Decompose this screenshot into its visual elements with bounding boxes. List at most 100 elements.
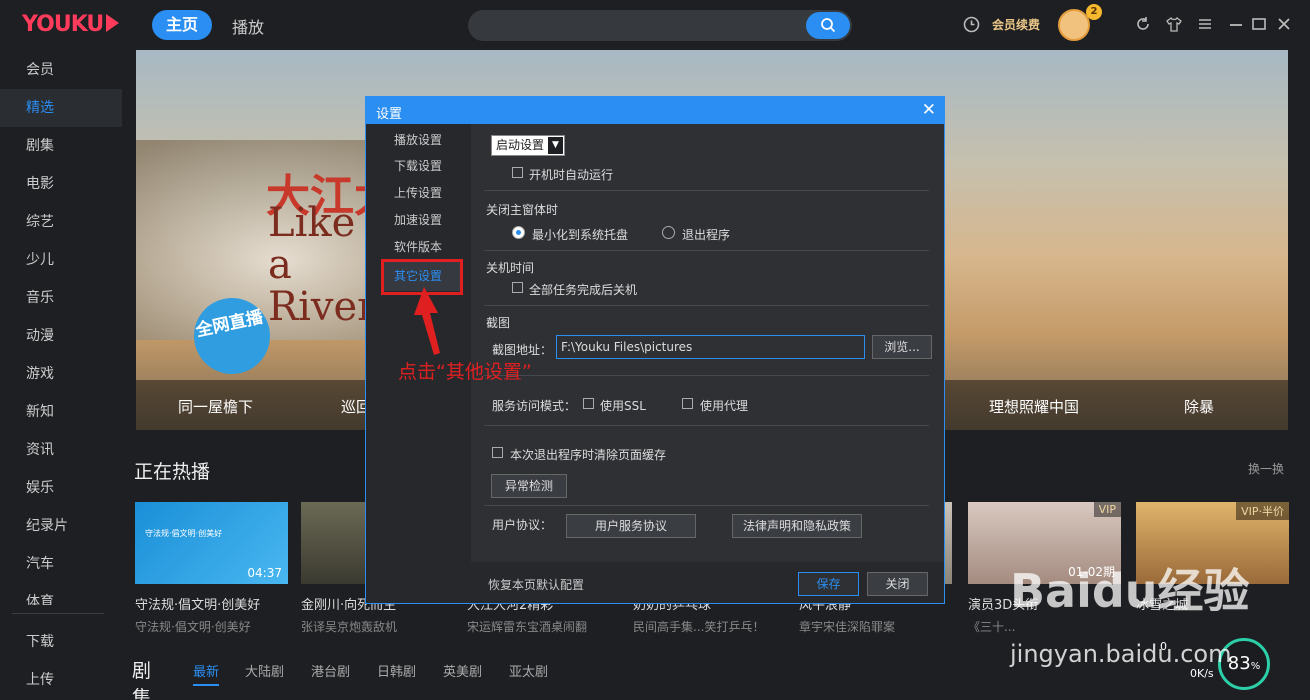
dialog-close-icon[interactable]: ✕ [922,100,936,120]
autorun-checkbox[interactable] [512,167,523,178]
exit-program-radio[interactable] [662,226,675,239]
sidebar-item-drama[interactable]: 剧集 [0,127,122,165]
refresh-link[interactable]: 换一换 [1248,460,1284,477]
search-button[interactable] [806,12,850,39]
use-ssl-checkbox[interactable] [583,398,594,409]
level-badge: 2 [1086,4,1102,20]
annotation-text: 点击“其他设置” [398,361,532,383]
nav-home-tab[interactable]: 主页 [152,10,212,40]
divider [484,505,929,506]
divider [484,250,929,251]
exit-program-label: 退出程序 [682,228,731,242]
screenshot-heading: 截图 [486,316,511,330]
sidebar: 会员 精选 剧集 电影 综艺 少儿 音乐 动漫 游戏 新知 资讯 娱乐 纪录片 … [0,50,122,700]
select-value: 启动设置 [496,138,545,152]
close-button[interactable]: 关闭 [867,572,928,596]
divider [484,425,929,426]
download-speed: 0K/s [1190,667,1214,680]
dialog-footer: 恢复本页默认配置 保存 关闭 [471,562,944,603]
close-window-icon[interactable] [1276,16,1292,32]
settings-nav-accelerate[interactable]: 加速设置 [394,211,442,228]
sidebar-item-download[interactable]: 下载 [0,623,122,661]
divider [484,305,929,306]
vip-renew-link[interactable]: 会员续费 [992,16,1040,33]
browse-button[interactable]: 浏览... [872,335,932,359]
card-subtitle: 张译吴京炮轰敌机 [301,620,398,634]
sidebar-item-kids[interactable]: 少儿 [0,241,122,279]
sidebar-item-sports[interactable]: 体育 [0,583,122,605]
minimize-tray-radio[interactable] [512,226,525,239]
use-proxy-checkbox[interactable] [682,398,693,409]
sidebar-item-music[interactable]: 音乐 [0,279,122,317]
card-title: 守法规·倡文明·创美好 [135,598,261,613]
gauge-unit: % [1250,661,1261,672]
tab-us-uk[interactable]: 英美剧 [443,661,482,680]
sidebar-item-news[interactable]: 资讯 [0,431,122,469]
autorun-label: 开机时自动运行 [529,168,614,182]
menu-icon[interactable] [1197,16,1213,32]
tab-hk-tw[interactable]: 港台剧 [311,661,350,680]
sidebar-item-upload[interactable]: 上传 [0,661,122,699]
save-button[interactable]: 保存 [798,572,859,596]
tab-latest[interactable]: 最新 [193,661,220,686]
sidebar-item-documentary[interactable]: 纪录片 [0,507,122,545]
sidebar-item-knowledge[interactable]: 新知 [0,393,122,431]
sidebar-divider [12,613,104,614]
sidebar-item-featured[interactable]: 精选 [0,89,122,127]
tab-mainland[interactable]: 大陆剧 [245,661,284,680]
duration: 04:37 [247,566,282,580]
sidebar-item-auto[interactable]: 汽车 [0,545,122,583]
drama-section-title: 剧集 [132,660,152,700]
minimize-icon[interactable] [1228,16,1244,32]
card-subtitle: 章宇宋佳深陷罪案 [799,620,896,634]
sidebar-item-movie[interactable]: 电影 [0,165,122,203]
nav-play-tab[interactable]: 播放 [232,14,264,38]
hot-section-title: 正在热播 [134,461,211,483]
sidebar-item-variety[interactable]: 综艺 [0,203,122,241]
dialog-title: 设置 [376,107,403,122]
settings-nav-download[interactable]: 下载设置 [394,157,442,174]
youku-logo[interactable]: YOUKU [22,12,120,37]
banner-strip-item[interactable]: 同一屋檐下 [178,396,253,417]
shutdown-checkbox[interactable] [512,282,523,293]
maximize-icon[interactable] [1251,16,1267,32]
banner-strip-item[interactable]: 除暴 [1184,396,1214,417]
minimize-tray-label: 最小化到系统托盘 [532,228,629,242]
vip-tag: VIP [1093,502,1121,517]
screenshot-path-input[interactable]: F:\Youku Files\pictures [556,335,865,359]
clear-cache-label: 本次退出程序时清除页面缓存 [510,448,667,462]
sidebar-item-vip[interactable]: 会员 [0,51,122,89]
anomaly-detect-button[interactable]: 异常检测 [491,474,567,498]
sidebar-item-entertainment[interactable]: 娱乐 [0,469,122,507]
avatar[interactable] [1058,9,1090,41]
shutdown-label: 全部任务完成后关机 [529,283,638,297]
privacy-policy-button[interactable]: 法律声明和隐私政策 [732,514,862,538]
refresh-icon[interactable] [1135,16,1151,32]
shutdown-heading: 关机时间 [486,261,535,275]
tab-jp-kr[interactable]: 日韩剧 [377,661,416,680]
card-subtitle: 民间高手集...笑打乒乓！ [633,620,765,634]
tab-asia-pacific[interactable]: 亚太剧 [509,661,548,680]
banner-strip-item[interactable]: 理想照耀中国 [989,396,1079,417]
dialog-header[interactable]: 设置 ✕ [366,97,944,124]
clear-cache-checkbox[interactable] [492,447,503,458]
video-card[interactable]: 守法规·倡文明·创美好 04:37 守法规·倡文明·创美好 守法规·倡文明·创美… [135,502,288,635]
use-proxy-label: 使用代理 [700,399,749,413]
user-agreement-button[interactable]: 用户服务协议 [566,514,696,538]
sidebar-item-anime[interactable]: 动漫 [0,317,122,355]
restore-defaults-link[interactable]: 恢复本页默认配置 [488,576,584,593]
settings-nav-version[interactable]: 软件版本 [394,238,442,255]
skin-shirt-icon[interactable] [1166,16,1182,32]
search-input[interactable] [468,10,852,41]
history-clock-icon[interactable] [963,16,980,33]
use-ssl-label: 使用SSL [600,399,646,413]
user-agreement-label: 用户协议： [492,518,553,532]
video-thumbnail: 守法规·倡文明·创美好 04:37 [135,502,288,584]
settings-nav-playback[interactable]: 播放设置 [394,131,442,148]
sidebar-item-game[interactable]: 游戏 [0,355,122,393]
startup-settings-select[interactable]: 启动设置 ▼ [491,135,565,156]
service-mode-label: 服务访问模式： [492,399,577,413]
top-bar: YOUKU 主页 播放 会员续费 2 [0,0,1310,50]
settings-nav-upload[interactable]: 上传设置 [394,184,442,201]
annotation-arrow-icon [414,287,440,355]
